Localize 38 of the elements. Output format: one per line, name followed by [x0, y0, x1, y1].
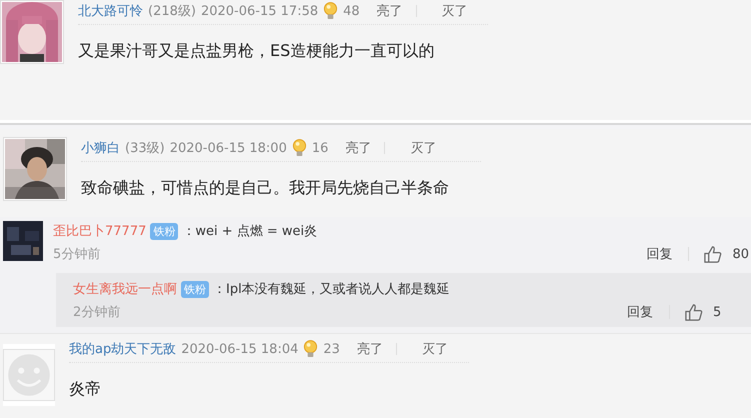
downvote-link[interactable]: 灭了: [442, 2, 468, 20]
reply-button[interactable]: 回复: [627, 303, 653, 321]
reply-time: 2分钟前: [73, 304, 120, 321]
like-count: 48: [343, 4, 360, 18]
username-link[interactable]: 北大路可怜: [78, 2, 143, 20]
fan-badge: 铁粉: [150, 222, 178, 240]
post-date: 2020-06-15 18:00: [170, 140, 287, 156]
downvote-link[interactable]: 灭了: [410, 139, 436, 157]
lightbulb-icon: [323, 2, 338, 20]
reply-text: ：Ipl本没有魏延，又或者说人人都是魏延: [213, 281, 450, 298]
like-count: 16: [312, 140, 328, 156]
comment-text: 致命碘盐，可惜点的是自己。我开局先烧自己半条命: [81, 178, 450, 199]
user-rank: (218级): [148, 3, 196, 20]
like-count: 5: [713, 304, 722, 320]
fan-badge: 铁粉: [181, 280, 209, 298]
reply-text: ：wei + 点燃 = wei炎: [182, 223, 318, 240]
username-link[interactable]: 歪比巴卜77777: [53, 222, 146, 240]
post-date: 2020-06-15 17:58: [200, 4, 318, 18]
comment-text: 又是果汁哥又是点盐男枪，ES造梗能力一直可以的: [78, 41, 436, 62]
default-avatar-icon: [3, 344, 55, 406]
reply-button[interactable]: 回复: [646, 245, 672, 263]
thumbs-up-icon[interactable]: [684, 302, 703, 322]
reply-time: 5分钟前: [53, 246, 100, 263]
lightbulb-icon: [292, 138, 307, 158]
like-count: 80: [732, 246, 749, 262]
username-link[interactable]: 小狮白: [81, 139, 120, 157]
downvote-link[interactable]: 灭了: [422, 340, 448, 358]
username-link[interactable]: 女生离我远一点啊: [73, 280, 177, 298]
user-rank: (33级): [125, 140, 165, 157]
upvote-link[interactable]: 亮了: [376, 2, 403, 20]
upvote-link[interactable]: 亮了: [356, 340, 383, 358]
like-count: 23: [323, 342, 340, 356]
post-date: 2020-06-15 18:04: [181, 342, 298, 356]
upvote-link[interactable]: 亮了: [345, 139, 372, 157]
comment-text: 炎帝: [69, 379, 102, 400]
lightbulb-icon: [303, 340, 318, 358]
thumbs-up-icon[interactable]: [703, 244, 722, 264]
username-link[interactable]: 我的ap劫天下无敌: [69, 340, 176, 358]
